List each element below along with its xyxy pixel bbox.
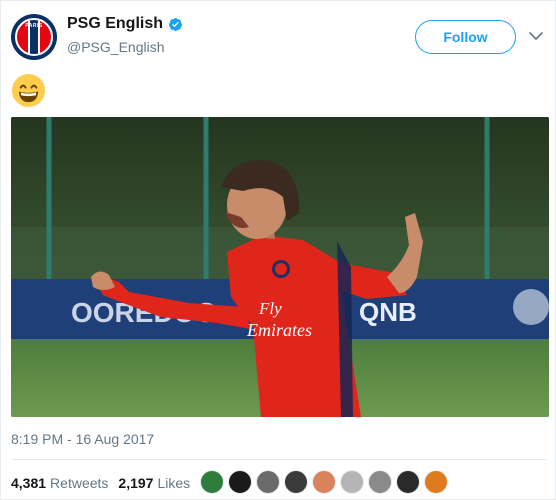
display-name[interactable]: PSG English bbox=[67, 15, 163, 33]
divider bbox=[11, 459, 547, 460]
liker-avatar[interactable] bbox=[396, 470, 420, 494]
retweets-count[interactable]: 4,381 bbox=[11, 475, 46, 491]
liker-avatars bbox=[200, 470, 452, 494]
likes-label[interactable]: Likes bbox=[157, 475, 190, 491]
liker-avatar[interactable] bbox=[340, 470, 364, 494]
tweet-card: PARIS PSG English @PSG_English Follow OO… bbox=[0, 0, 556, 500]
account-name-line[interactable]: PSG English bbox=[67, 15, 183, 33]
verified-badge-icon bbox=[168, 17, 183, 31]
liker-avatar[interactable] bbox=[312, 470, 336, 494]
shirt-sponsor-line-1: Fly bbox=[258, 299, 282, 318]
liker-avatar[interactable] bbox=[228, 470, 252, 494]
grinning-face-emoji-icon bbox=[11, 73, 46, 108]
liker-avatar[interactable] bbox=[256, 470, 280, 494]
retweets-label[interactable]: Retweets bbox=[50, 475, 108, 491]
tweet-photo[interactable]: OOREDOO QNB Fly Emirates bbox=[11, 117, 549, 417]
tweet-stats: 4,381 Retweets 2,197 Likes bbox=[11, 475, 200, 491]
likes-count[interactable]: 2,197 bbox=[118, 475, 153, 491]
tweet-timestamp[interactable]: 8:19 PM - 16 Aug 2017 bbox=[11, 431, 154, 447]
liker-avatar[interactable] bbox=[368, 470, 392, 494]
banner-right-text: QNB bbox=[359, 297, 417, 327]
follow-button[interactable]: Follow bbox=[415, 20, 516, 54]
training-photo-illustration: OOREDOO QNB Fly Emirates bbox=[11, 117, 549, 417]
liker-avatar[interactable] bbox=[200, 470, 224, 494]
psg-crest-icon: PARIS bbox=[15, 18, 53, 56]
profile-avatar[interactable]: PARIS bbox=[11, 14, 57, 60]
liker-avatar[interactable] bbox=[284, 470, 308, 494]
account-handle[interactable]: @PSG_English bbox=[67, 39, 164, 55]
shirt-sponsor-line-2: Emirates bbox=[246, 320, 312, 340]
chevron-down-icon[interactable] bbox=[529, 29, 543, 43]
liker-avatar[interactable] bbox=[424, 470, 448, 494]
